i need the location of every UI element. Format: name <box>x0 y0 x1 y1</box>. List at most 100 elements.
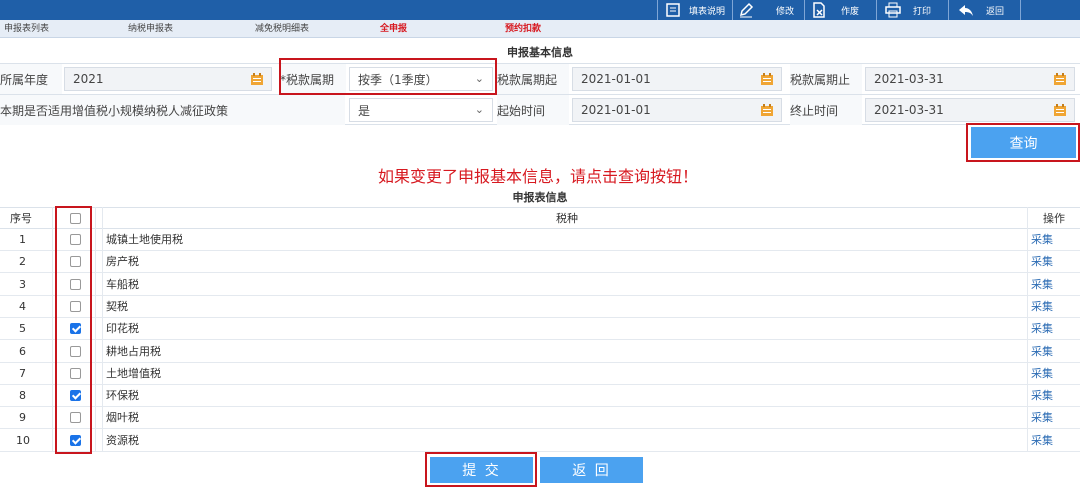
edit-label: 修改 <box>776 6 795 17</box>
row-number: 8 <box>19 389 26 403</box>
toolbar-divider <box>804 0 805 20</box>
collect-link[interactable]: 采集 <box>1031 407 1053 429</box>
toolbar-divider <box>876 0 877 20</box>
tax-type-name: 车船税 <box>106 277 139 291</box>
row-number: 9 <box>19 411 26 425</box>
edit-icon <box>738 2 754 18</box>
column-divider <box>102 207 103 452</box>
toolbar-divider <box>1020 0 1021 20</box>
calendar-icon[interactable] <box>1054 73 1066 85</box>
tax-year-label: 所属年度 <box>0 64 62 94</box>
table-title: 申报表信息 <box>512 191 568 204</box>
calendar-icon[interactable] <box>251 73 263 85</box>
calendar-icon[interactable] <box>761 73 773 85</box>
tab-relief-detail[interactable]: 减免税明细表 <box>255 20 309 38</box>
print-label: 打印 <box>913 6 932 17</box>
calendar-icon[interactable] <box>761 104 773 116</box>
basic-info-title: 申报基本信息 <box>507 46 573 59</box>
tax-type-name: 房产税 <box>106 255 139 269</box>
tab-full-declaration[interactable]: 全申报 <box>380 20 407 38</box>
period-end-value: 2021-03-31 <box>874 72 944 86</box>
tax-type-name: 烟叶税 <box>106 411 139 425</box>
row-number: 10 <box>16 433 30 447</box>
back-button[interactable]: 返 回 <box>540 457 643 483</box>
start-time-label: 起始时间 <box>497 95 569 125</box>
table-row: 9 烟叶税 采集 <box>0 407 1080 430</box>
tax-year-value: 2021 <box>73 72 104 86</box>
table-row: 2 房产税 采集 <box>0 251 1080 274</box>
print-icon <box>885 2 901 18</box>
tab-scheduled-deduction[interactable]: 预约扣款 <box>505 20 541 38</box>
fill-guide-icon <box>665 2 681 18</box>
collect-link[interactable]: 采集 <box>1031 296 1053 318</box>
tax-type-name: 土地增值税 <box>106 366 161 380</box>
column-divider <box>52 207 53 452</box>
table-row: 6 耕地占用税 采集 <box>0 341 1080 363</box>
policy-label: 本期是否适用增值税小规模纳税人减征政策 <box>0 95 345 125</box>
table-header: 序号 税种 操作 <box>0 207 1080 229</box>
collect-link[interactable]: 采集 <box>1031 341 1053 363</box>
tax-type-name: 城镇土地使用税 <box>106 233 183 246</box>
row-number: 6 <box>19 344 26 358</box>
table-row: 3 车船税 采集 <box>0 274 1080 296</box>
void-icon <box>811 2 827 18</box>
tax-year-field[interactable]: 2021 <box>64 67 272 91</box>
back-toolbar-button[interactable]: 返回 <box>958 0 1004 20</box>
period-start-value: 2021-01-01 <box>581 72 651 86</box>
collect-link[interactable]: 采集 <box>1031 274 1053 296</box>
void-button[interactable]: 作废 <box>811 0 859 20</box>
period-end-label: 税款属期止 <box>790 64 862 94</box>
header-op: 操作 <box>1043 212 1065 225</box>
period-end-field[interactable]: 2021-03-31 <box>865 67 1075 91</box>
row-number: 1 <box>19 233 26 246</box>
back-toolbar-label: 返回 <box>986 6 1005 17</box>
row-number: 4 <box>19 299 26 313</box>
fill-guide-label: 填表说明 <box>689 6 726 17</box>
policy-select[interactable]: 是 ⌄ <box>349 98 493 122</box>
period-type-highlight <box>279 58 497 95</box>
collect-link[interactable]: 采集 <box>1031 363 1053 385</box>
collect-link[interactable]: 采集 <box>1031 430 1053 452</box>
column-divider <box>1027 207 1028 452</box>
tab-strip: 申报表列表 纳税申报表 减免税明细表 全申报 预约扣款 <box>0 20 1080 38</box>
void-label: 作废 <box>841 6 860 17</box>
collect-link[interactable]: 采集 <box>1031 229 1053 251</box>
print-button[interactable]: 打印 <box>885 0 931 20</box>
toolbar-divider <box>948 0 949 20</box>
table-row: 5 印花税 采集 <box>0 318 1080 341</box>
collect-link[interactable]: 采集 <box>1031 385 1053 407</box>
tab-declaration-list[interactable]: 申报表列表 <box>4 20 49 38</box>
basic-info-row-2: 本期是否适用增值税小规模纳税人减征政策 是 ⌄ 起始时间 2021-01-01 … <box>0 94 1080 125</box>
toolbar-divider <box>657 0 658 20</box>
row-number: 3 <box>19 277 26 291</box>
header-tax: 税种 <box>556 212 578 225</box>
row-number: 5 <box>19 322 26 336</box>
start-time-value: 2021-01-01 <box>581 103 651 117</box>
toolbar-divider <box>732 0 733 20</box>
tab-tax-return[interactable]: 纳税申报表 <box>128 20 173 38</box>
fill-guide-button[interactable]: 填表说明 <box>665 0 725 20</box>
start-time-field[interactable]: 2021-01-01 <box>572 98 782 122</box>
table-row: 7 土地增值税 采集 <box>0 363 1080 385</box>
notice-text: 如果变更了申报基本信息，请点击查询按钮！ <box>377 167 698 186</box>
tax-type-name: 环保税 <box>106 389 139 403</box>
edit-button[interactable]: 修改 <box>738 0 794 20</box>
table-row: 10 资源税 采集 <box>0 430 1080 452</box>
collect-link[interactable]: 采集 <box>1031 318 1053 340</box>
query-highlight <box>966 123 1080 162</box>
table-row: 4 契税 采集 <box>0 296 1080 318</box>
calendar-icon[interactable] <box>1054 104 1066 116</box>
column-divider <box>95 207 96 452</box>
collect-link[interactable]: 采集 <box>1031 251 1053 273</box>
tax-type-name: 印花税 <box>106 322 139 336</box>
table-row: 8 环保税 采集 <box>0 385 1080 408</box>
basic-info-row-1: 所属年度 2021 *税款属期 按季（1季度） ⌄ 税款属期起 2021-01-… <box>0 63 1080 94</box>
row-number: 7 <box>19 366 26 380</box>
tax-type-name: 资源税 <box>106 433 139 447</box>
end-time-value: 2021-03-31 <box>874 103 944 117</box>
period-start-field[interactable]: 2021-01-01 <box>572 67 782 91</box>
policy-value: 是 <box>358 103 371 118</box>
end-time-field[interactable]: 2021-03-31 <box>865 98 1075 122</box>
checkbox-column-highlight <box>55 206 92 454</box>
chevron-down-icon: ⌄ <box>474 103 484 116</box>
